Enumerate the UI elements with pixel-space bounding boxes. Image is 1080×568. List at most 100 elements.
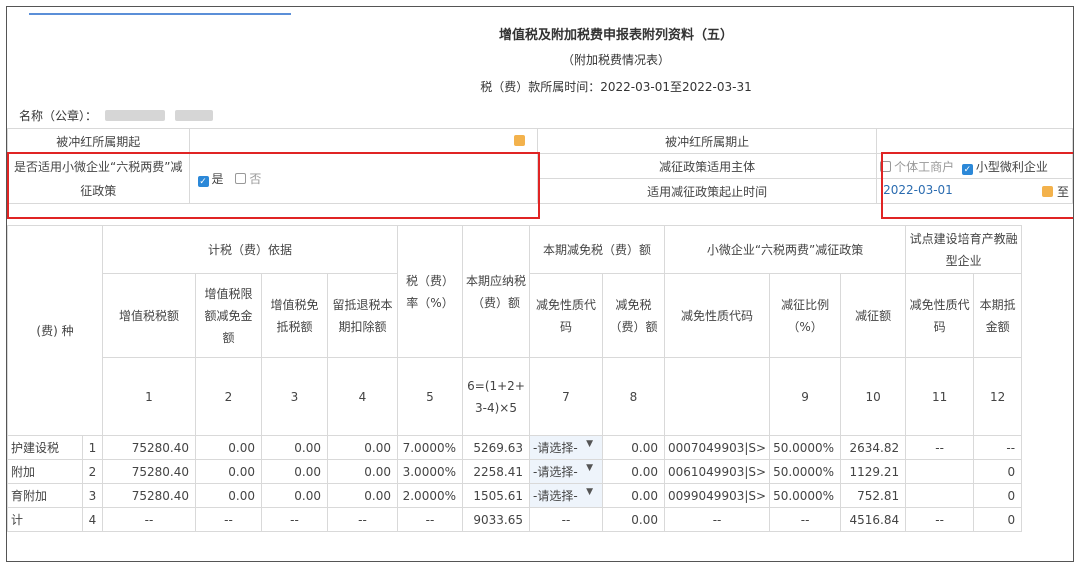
cell-small-code: 0061049903|S> xyxy=(663,459,771,484)
cell-rate: 2.0000% xyxy=(397,483,463,508)
group-basis: 计税（费）依据 xyxy=(102,225,398,274)
row-index: 1 xyxy=(82,435,103,460)
policy-label: 是否适用小微企业“六税两费”减征政策 xyxy=(7,153,190,204)
period-field[interactable]: 2022-03-01 至 xyxy=(876,178,1073,204)
cell-exempt: 0.00 xyxy=(261,483,328,508)
form-grid: 被冲红所属期起 被冲红所属期止 是否适用小微企业“六税两费”减征政策 ✓ 是 否 … xyxy=(7,128,1073,204)
subject-options: 个体工商户 ✓ 小型微利企业 xyxy=(876,153,1073,179)
cell-pilot-code xyxy=(905,483,975,508)
small-enterprise-checkbox[interactable]: ✓ xyxy=(961,163,973,175)
index-cell: 1 xyxy=(102,357,196,436)
cell-relief-amt: 0.00 xyxy=(602,507,665,532)
cell-ratio: 50.0000% xyxy=(769,435,842,460)
cell-pilot-amt: -- xyxy=(973,435,1023,460)
table-row: 育附加 3 75280.40 0.00 0.00 0.00 2.0000% 1505.61 -请… xyxy=(7,483,1023,508)
yes-checkbox[interactable]: ✓ xyxy=(197,176,209,187)
row-index: 4 xyxy=(82,507,103,532)
cell-pilot-code xyxy=(905,459,975,484)
tax-table: (费) 种 计税（费）依据 税（费）率（%） 本期应纳税（费）额 本期减免税（费… xyxy=(7,225,1023,532)
table-row: 附加 2 75280.40 0.00 0.00 0.00 3.0000% 2258.41 -请选… xyxy=(7,459,1023,484)
report-title: 增值税及附加税费申报表附列资料（五） xyxy=(498,28,733,43)
cell-ratio: 50.0000% xyxy=(769,459,842,484)
relief-code-select[interactable]: -请选择- ▼ xyxy=(529,459,603,484)
row-index: 3 xyxy=(82,483,103,508)
report-subtitle: （附加税费情况表） xyxy=(561,53,670,67)
index-cell: 8 xyxy=(602,357,665,436)
offset-end-label: 被冲红所属期止 xyxy=(537,128,878,154)
cell-vat: 75280.40 xyxy=(102,435,196,460)
cell-pilot-code: -- xyxy=(905,507,975,532)
company-name-label: 名称（公章）： xyxy=(19,109,98,123)
group-pilot: 试点建设培育产教融型企业 xyxy=(905,225,1023,274)
calendar-icon[interactable] xyxy=(1042,185,1054,197)
cell-relief-amt: 0.00 xyxy=(602,459,665,484)
calendar-icon[interactable] xyxy=(514,135,526,146)
index-cell: 3 xyxy=(261,357,328,436)
yes-label: 是 xyxy=(211,172,224,186)
offset-start-label: 被冲红所属期起 xyxy=(7,128,190,154)
index-cell: 2 xyxy=(195,357,262,436)
col-pilot-code: 减免性质代码 xyxy=(905,273,975,358)
cell-payable: 9033.65 xyxy=(462,507,530,532)
individual-label: 个体工商户 xyxy=(894,159,955,174)
cell-refund: 0.00 xyxy=(327,483,398,508)
cell-relief-code: -- xyxy=(529,507,603,532)
index-cell: 6=(1+2+3-4)×5 xyxy=(462,357,530,436)
individual-checkbox[interactable] xyxy=(880,160,892,172)
index-cell: 9 xyxy=(769,357,842,436)
cell-limit: 0.00 xyxy=(195,459,262,484)
cell-payable: 5269.63 xyxy=(462,435,530,460)
cell-small-amt: 2634.82 xyxy=(840,435,907,460)
group-small: 小微企业“六税两费”减征政策 xyxy=(663,225,907,274)
col-small-amt: 减征额 xyxy=(840,273,907,358)
cell-ratio: -- xyxy=(769,507,842,532)
caret-down-icon[interactable]: ▼ xyxy=(586,439,593,449)
cell-rate: -- xyxy=(397,507,463,532)
offset-start-field[interactable] xyxy=(188,128,539,154)
cell-refund: 0.00 xyxy=(327,459,398,484)
select-placeholder: -请选择- xyxy=(533,441,578,455)
col-payable: 本期应纳税（费）额 xyxy=(462,225,530,358)
total-row: 计 4 -- -- -- -- -- 9033.65 -- 0.00 -- -- 4516.84 -- 0 xyxy=(7,507,1023,532)
caret-down-icon[interactable]: ▼ xyxy=(586,463,593,473)
tax-name: 育附加 xyxy=(7,483,83,508)
relief-code-select[interactable]: -请选择- ▼ xyxy=(529,483,603,508)
report-frame: 增值税及附加税费申报表附列资料（五） （附加税费情况表） 税（费）款所属时间：2… xyxy=(6,6,1074,562)
col-vat-exempt: 增值税免抵税额 xyxy=(261,273,328,358)
relief-code-select[interactable]: -请选择- ▼ xyxy=(529,435,603,460)
cell-small-code: -- xyxy=(663,507,771,532)
cell-refund: -- xyxy=(327,507,398,532)
caret-down-icon[interactable]: ▼ xyxy=(586,487,593,497)
cell-limit: 0.00 xyxy=(195,435,262,460)
index-cell: 10 xyxy=(840,357,907,436)
cell-limit: -- xyxy=(195,507,262,532)
cell-small-code: 0007049903|S> xyxy=(663,435,771,460)
cell-payable: 2258.41 xyxy=(462,459,530,484)
col-small-code: 减免性质代码 xyxy=(663,273,771,358)
report-period: 税（费）款所属时间：2022-03-01至2022-03-31 xyxy=(480,80,752,94)
cell-relief-amt: 0.00 xyxy=(602,435,665,460)
select-placeholder: -请选择- xyxy=(533,465,578,479)
group-relief: 本期减免税（费）额 xyxy=(529,225,665,274)
cell-pilot-amt: 0 xyxy=(973,483,1023,508)
col-rate: 税（费）率（%） xyxy=(397,225,463,358)
cell-small-amt: 752.81 xyxy=(840,483,907,508)
redacted-name-2 xyxy=(175,110,214,121)
period-start-value: 2022-03-01 xyxy=(883,182,953,197)
index-cell: 5 xyxy=(397,357,463,436)
index-cell xyxy=(663,357,771,436)
cell-vat: 75280.40 xyxy=(102,483,196,508)
cell-relief-amt: 0.00 xyxy=(602,483,665,508)
col-vat-limit: 增值税限额减免金额 xyxy=(195,273,262,358)
small-enterprise-label: 小型微利企业 xyxy=(975,159,1048,174)
col-small-ratio: 减征比例（%） xyxy=(769,273,842,358)
no-checkbox[interactable] xyxy=(235,173,247,184)
cell-pilot-code: -- xyxy=(905,435,975,460)
col-vat: 增值税税额 xyxy=(102,273,196,358)
offset-end-field[interactable] xyxy=(876,128,1073,154)
cell-exempt: 0.00 xyxy=(261,435,328,460)
period-label: 适用减征政策起止时间 xyxy=(537,178,878,204)
col-relief-code: 减免性质代码 xyxy=(529,273,603,358)
table-row: 护建设税 1 75280.40 0.00 0.00 0.00 7.0000% 5269.63-… xyxy=(7,435,1023,460)
col-pilot-amt: 本期抵金额 xyxy=(973,273,1023,358)
